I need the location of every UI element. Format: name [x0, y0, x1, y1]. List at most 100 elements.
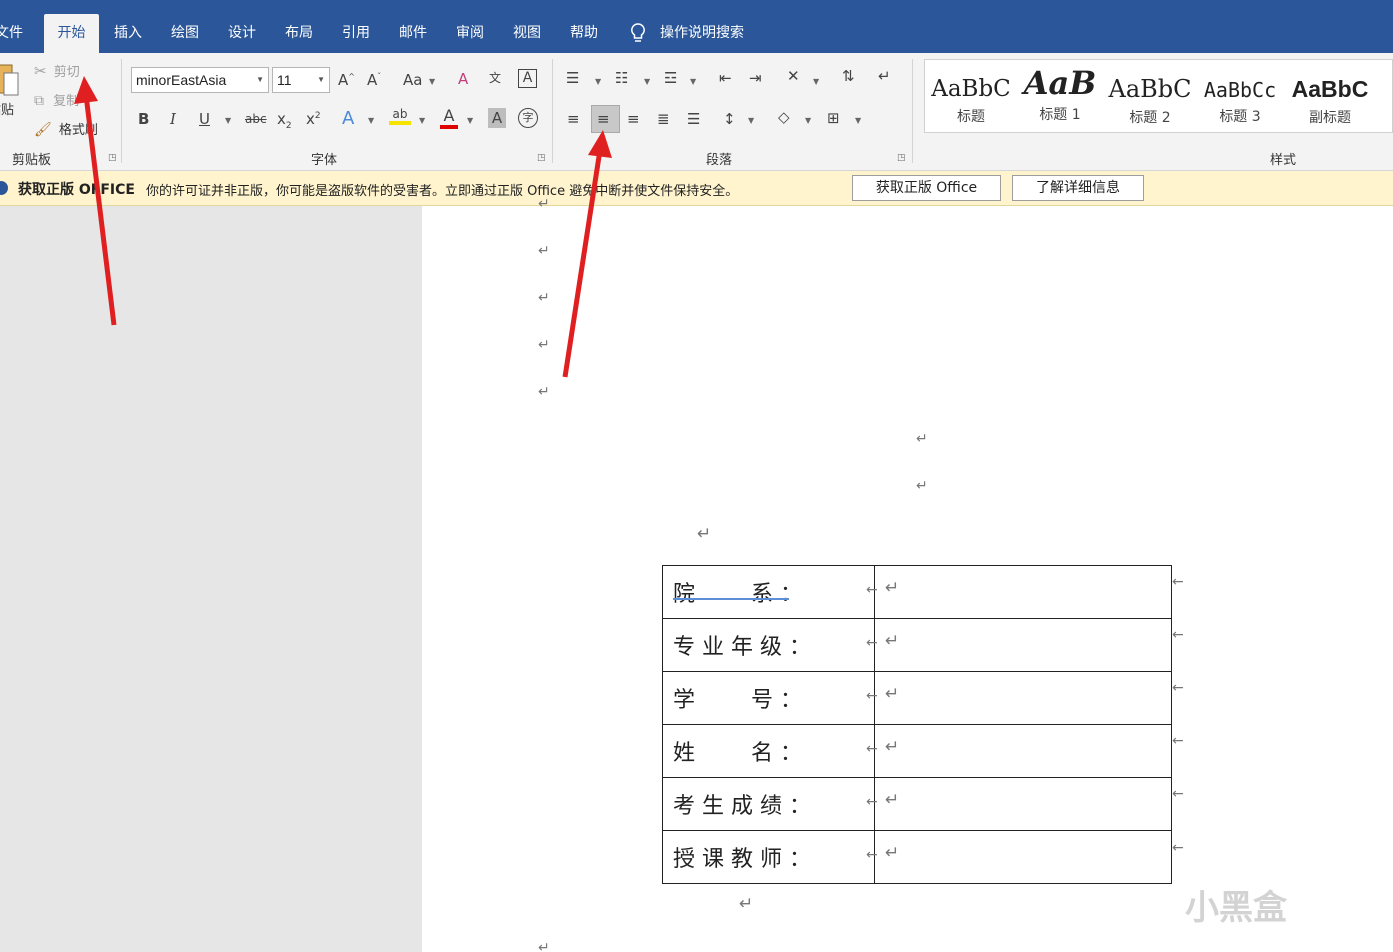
table-row: 授 课 教 师 ： ← ↵ [662, 830, 1172, 884]
row-label-teacher: 授 课 教 师 ： [673, 847, 811, 872]
asian-layout-icon[interactable]: ✕ [787, 67, 800, 85]
style-heading-3[interactable]: AaBbCc 标题 3 [1197, 60, 1283, 132]
style-subtitle[interactable]: AaBbC 副标题 [1287, 60, 1373, 132]
align-left-icon[interactable]: ≡ [567, 110, 580, 128]
clipboard-launcher-icon[interactable]: ◳ [108, 153, 117, 163]
tab-draw[interactable]: 绘图 [160, 14, 210, 53]
style-name: 标题 1 [1039, 107, 1081, 123]
font-name-box[interactable]: minorEastAsia ▼ [131, 67, 269, 93]
tell-me-search[interactable]: 操作说明搜索 [628, 14, 744, 53]
style-heading-2[interactable]: AaBbC 标题 2 [1107, 60, 1193, 132]
font-size-box[interactable]: 11 ▼ [272, 67, 330, 93]
show-marks-icon[interactable]: ↵ [878, 67, 891, 85]
subscript-icon[interactable]: x2 [277, 110, 292, 131]
paragraph-mark: ↵ [885, 843, 900, 863]
format-painter-button[interactable]: 🖌 格式刷 [34, 119, 98, 138]
group-divider [912, 59, 913, 163]
chevron-down-icon: ▼ [855, 116, 862, 125]
style-title[interactable]: AaBbC 标题 [929, 60, 1013, 132]
group-divider [121, 59, 122, 163]
increase-indent-icon[interactable]: ⇥ [749, 69, 762, 87]
highlight-icon[interactable]: ab [389, 107, 411, 125]
table-cell-label[interactable]: 院 系 ： ← [662, 565, 878, 619]
chevron-down-icon: ▼ [595, 77, 602, 86]
italic-icon[interactable]: I [170, 110, 176, 128]
distributed-icon[interactable]: ☰ [687, 110, 700, 128]
table-row: 学 号 ： ← ↵ [662, 671, 1172, 725]
left-margin-area [0, 206, 422, 952]
row-label-name: 姓 名 ： [673, 741, 802, 766]
borders-icon[interactable]: ⊞ [827, 109, 840, 127]
enclose-characters-icon[interactable]: 字 [518, 108, 538, 128]
table-cell-label[interactable]: 学 号 ： ← [662, 671, 878, 725]
font-launcher-icon[interactable]: ◳ [537, 153, 546, 163]
row-label-student-id: 学 号 ： [673, 688, 802, 713]
chevron-down-icon: ▼ [429, 77, 436, 86]
style-sample: AaBbC [1291, 76, 1369, 102]
tab-references[interactable]: 引用 [331, 14, 381, 53]
phonetic-guide-icon[interactable]: 文 [489, 69, 501, 86]
table-cell-value[interactable]: ↵ [874, 777, 1172, 831]
table-cell-label[interactable]: 授 课 教 师 ： ← [662, 830, 878, 884]
lightbulb-icon [631, 23, 645, 42]
table-cell-label[interactable]: 姓 名 ： ← [662, 724, 878, 778]
character-border-icon[interactable]: A [518, 69, 537, 88]
tab-home[interactable]: 开始 [44, 14, 99, 53]
table-cell-label[interactable]: 专 业 年 级 ： ← [662, 618, 878, 672]
shading-icon[interactable]: ◇ [778, 108, 790, 126]
chevron-down-icon: ▼ [467, 116, 474, 125]
align-center-icon[interactable]: ≡ [597, 110, 610, 128]
justify-icon[interactable]: ≣ [657, 110, 670, 128]
tab-design[interactable]: 设计 [217, 14, 267, 53]
group-divider [552, 59, 553, 163]
copy-button[interactable]: ⧉ 复制 [34, 90, 79, 109]
message-title: 获取正版 OFFICE [18, 182, 135, 198]
tab-help[interactable]: 帮助 [559, 14, 609, 53]
cut-button[interactable]: ✂ 剪切 [34, 61, 80, 80]
paragraph-launcher-icon[interactable]: ◳ [897, 153, 906, 163]
style-heading-1[interactable]: AaB 标题 1 [1017, 60, 1103, 132]
style-name: 标题 3 [1219, 109, 1261, 125]
shrink-font-icon[interactable]: Aˇ [367, 71, 381, 89]
tab-file[interactable]: 文件 [0, 14, 26, 53]
paragraph-group-label: 段落 [706, 153, 733, 168]
tab-insert[interactable]: 插入 [103, 14, 153, 53]
multilevel-list-icon[interactable]: ☲ [664, 69, 677, 87]
clear-formatting-icon[interactable]: A [458, 70, 468, 88]
underline-icon[interactable]: U [199, 110, 210, 128]
align-right-icon[interactable]: ≡ [627, 110, 640, 128]
info-icon [0, 181, 8, 195]
text-effects-icon[interactable]: A [342, 108, 354, 129]
font-color-icon[interactable]: A [440, 106, 458, 129]
grow-font-icon[interactable]: A^ [338, 71, 355, 89]
sort-icon[interactable]: ⇅ [842, 67, 855, 85]
decrease-indent-icon[interactable]: ⇤ [719, 69, 732, 87]
table-cell-value[interactable]: ↵ [874, 618, 1172, 672]
tab-view[interactable]: 视图 [502, 14, 552, 53]
change-case-icon[interactable]: Aa [403, 71, 422, 89]
paragraph-mark: ↵ [538, 196, 550, 212]
numbering-icon[interactable]: ☷ [615, 69, 628, 87]
bullets-icon[interactable]: ☰ [566, 69, 579, 87]
superscript-icon[interactable]: x2 [306, 110, 321, 128]
learn-more-button[interactable]: 了解详细信息 [1012, 175, 1144, 201]
tab-review[interactable]: 审阅 [445, 14, 495, 53]
get-genuine-office-button[interactable]: 获取正版 Office [852, 175, 1001, 201]
bold-icon[interactable]: B [138, 110, 149, 128]
strikethrough-icon[interactable]: abc [245, 112, 267, 126]
table-cell-value[interactable]: ↵ [874, 565, 1172, 619]
table-cell-label[interactable]: 考 生 成 绩 ： ← [662, 777, 878, 831]
row-label-score: 考 生 成 绩 ： [673, 794, 811, 819]
paste-button[interactable]: 粘贴 [0, 61, 24, 131]
tab-mailings[interactable]: 邮件 [388, 14, 438, 53]
table-cell-value[interactable]: ↵ [874, 671, 1172, 725]
tab-layout[interactable]: 布局 [274, 14, 324, 53]
table-cell-value[interactable]: ↵ [874, 724, 1172, 778]
styles-group-label: 样式 [1270, 153, 1297, 168]
chevron-down-icon: ▼ [690, 77, 697, 86]
row-end-mark: ← [1172, 840, 1184, 856]
table-cell-value[interactable]: ↵ [874, 830, 1172, 884]
line-spacing-icon[interactable]: ↕ [723, 110, 736, 128]
character-shading-icon[interactable]: A [488, 108, 506, 128]
student-info-table[interactable]: 院 系 ： ← ↵ 专 业 年 级 ： ← ↵ 学 号 ： ← ↵ 姓 名 ： ← ↵ … [662, 565, 1172, 884]
